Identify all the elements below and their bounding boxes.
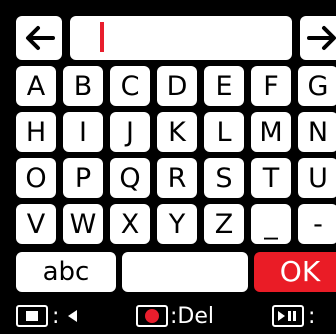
hint-middle-label: :Del [170, 303, 214, 329]
key-b[interactable]: B [63, 66, 103, 106]
ok-button[interactable]: OK [254, 252, 336, 292]
key-o[interactable]: O [16, 158, 56, 198]
key-k[interactable]: K [157, 112, 197, 152]
key-u[interactable]: U [298, 158, 336, 198]
play-pause-icon [278, 311, 296, 321]
hint-left: : [16, 298, 79, 334]
arrow-right-icon [307, 26, 336, 50]
key-x[interactable]: X [110, 204, 150, 244]
key-n[interactable]: N [298, 112, 336, 152]
record-button-icon [136, 305, 168, 327]
stop-button-icon [16, 305, 48, 327]
key-v[interactable]: V [16, 204, 56, 244]
hint-right: : [272, 298, 315, 334]
key-d[interactable]: D [157, 66, 197, 106]
key-h[interactable]: H [16, 112, 56, 152]
hint-middle: :Del [136, 298, 214, 334]
key-i[interactable]: I [63, 112, 103, 152]
text-input-field[interactable] [70, 16, 292, 60]
abc-mode-button[interactable]: abc [16, 252, 116, 292]
key-g[interactable]: G [298, 66, 336, 106]
text-cursor [100, 22, 104, 52]
key-z[interactable]: Z [204, 204, 244, 244]
key-hyphen[interactable]: - [298, 204, 336, 244]
key-p[interactable]: P [63, 158, 103, 198]
key-l[interactable]: L [204, 112, 244, 152]
button-hint-bar: : :Del : [0, 298, 336, 334]
play-pause-button-icon [272, 305, 304, 327]
key-underscore[interactable]: _ [251, 204, 291, 244]
hint-left-label: : [52, 303, 60, 329]
cursor-right-button[interactable] [300, 16, 336, 60]
key-f[interactable]: F [251, 66, 291, 106]
hint-right-label: : [308, 303, 316, 329]
key-y[interactable]: Y [157, 204, 197, 244]
triangle-left-icon [68, 310, 78, 322]
key-m[interactable]: M [251, 112, 291, 152]
key-t[interactable]: T [251, 158, 291, 198]
key-j[interactable]: J [110, 112, 150, 152]
arrow-left-icon [26, 26, 55, 50]
key-q[interactable]: Q [110, 158, 150, 198]
space-button[interactable] [122, 252, 248, 292]
key-w[interactable]: W [63, 204, 103, 244]
key-e[interactable]: E [204, 66, 244, 106]
cursor-left-button[interactable] [16, 16, 62, 60]
key-a[interactable]: A [16, 66, 56, 106]
key-s[interactable]: S [204, 158, 244, 198]
key-r[interactable]: R [157, 158, 197, 198]
key-c[interactable]: C [110, 66, 150, 106]
